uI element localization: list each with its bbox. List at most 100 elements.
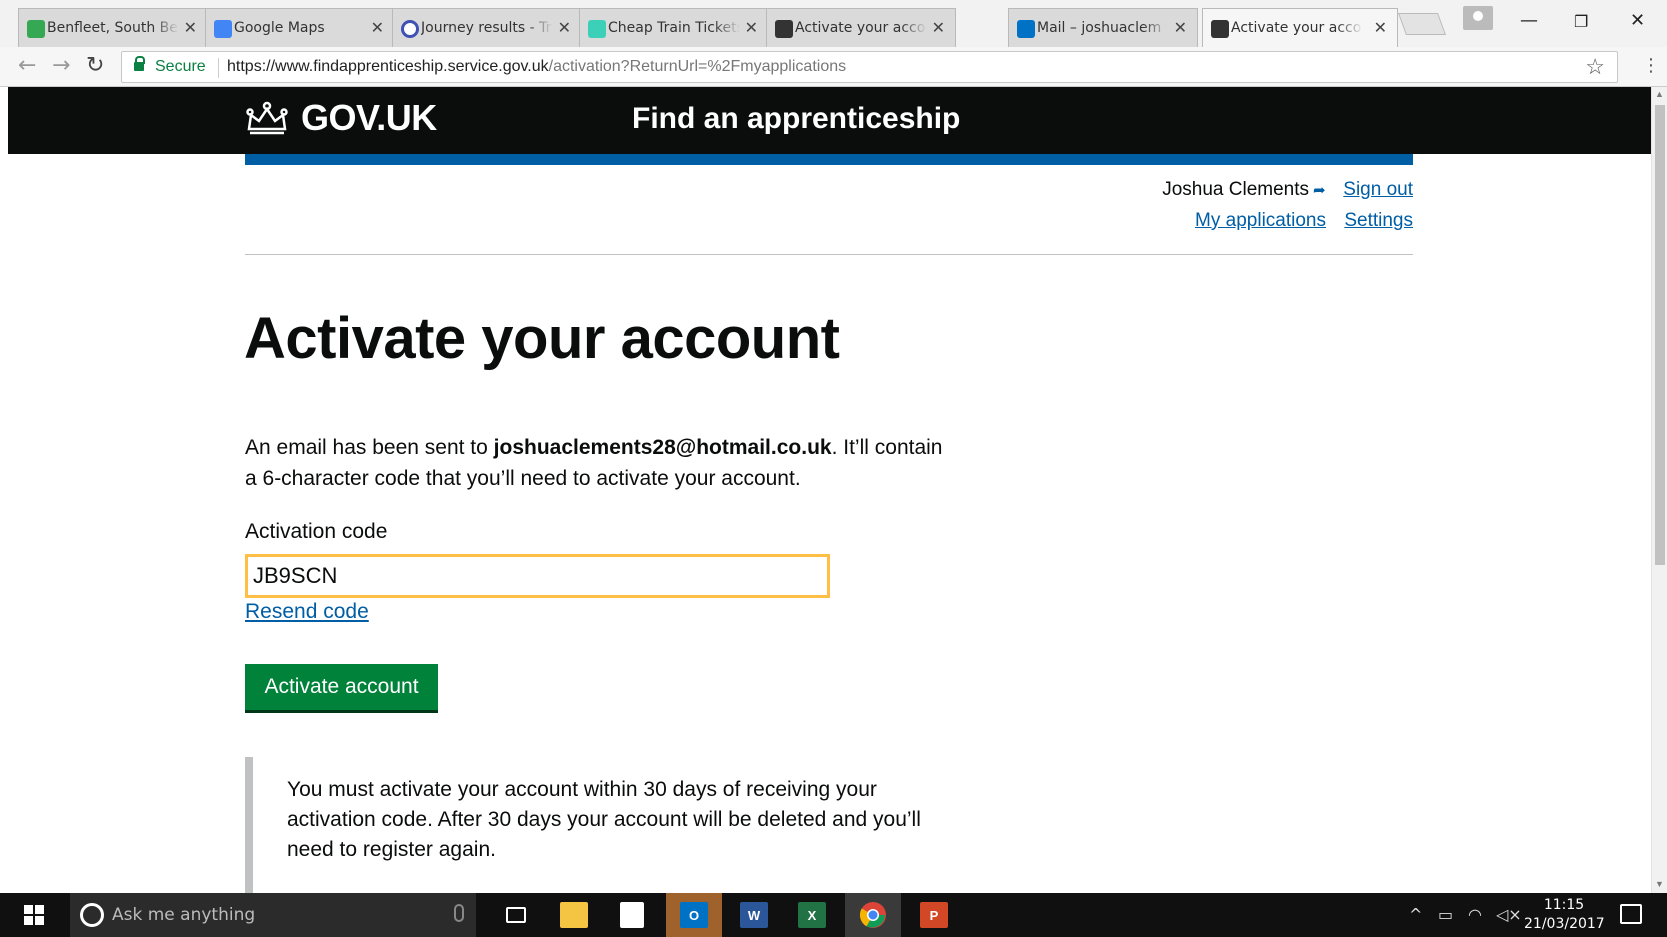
sign-out-link[interactable]: Sign out: [1343, 179, 1413, 201]
cortana-icon: [80, 903, 104, 927]
close-icon[interactable]: ✕: [371, 18, 384, 37]
service-name-link[interactable]: Find an apprenticeship: [632, 102, 960, 136]
activation-code-input[interactable]: [245, 554, 830, 598]
minimize-icon[interactable]: —: [1520, 10, 1538, 31]
outlook-taskbar-icon[interactable]: O: [666, 893, 722, 937]
govuk-header: GOV.UK Find an apprenticeship: [8, 87, 1651, 154]
crown-icon: [246, 101, 288, 135]
cortana-search-box[interactable]: Ask me anything: [70, 893, 476, 937]
tab-activate-account-active[interactable]: Activate your acco ✕: [1202, 8, 1398, 47]
tab-cheap-train-tickets[interactable]: Cheap Train Tickets ✕: [579, 8, 769, 47]
new-tab-button[interactable]: [1397, 13, 1447, 35]
url-base: https://www.findapprenticeship.service.g…: [227, 58, 549, 75]
task-view-glyph: [506, 907, 526, 923]
journey-icon: [401, 20, 419, 38]
my-applications-link[interactable]: My applications: [1195, 210, 1326, 232]
action-center-icon[interactable]: [1620, 904, 1642, 924]
chrome-taskbar-icon[interactable]: [845, 893, 901, 937]
volume-muted-icon[interactable]: ◁×: [1496, 905, 1522, 924]
wifi-icon[interactable]: ◠: [1468, 905, 1482, 924]
word-icon[interactable]: W: [726, 893, 782, 937]
close-icon[interactable]: ✕: [1174, 18, 1187, 37]
bookmark-star-icon[interactable]: ☆: [1585, 54, 1605, 80]
intro-before: An email has been sent to: [245, 436, 494, 459]
intro-text: An email has been sent to joshuaclements…: [245, 432, 945, 494]
username: Joshua Clements: [1162, 179, 1309, 200]
browser-tabstrip: Benfleet, South Ben ✕ Google Maps ✕ Jour…: [0, 0, 1667, 47]
restore-icon[interactable]: ❐: [1574, 12, 1588, 31]
trainline-icon: [588, 20, 606, 38]
inset-notice: You must activate your account within 30…: [245, 757, 945, 893]
scroll-up-icon[interactable]: ▲: [1655, 89, 1664, 99]
tab-mail[interactable]: Mail – joshuaclem ✕: [1008, 8, 1198, 47]
reload-icon[interactable]: ↻: [86, 53, 104, 78]
maps-icon: [27, 20, 45, 38]
tab-benfleet[interactable]: Benfleet, South Ben ✕: [18, 8, 208, 47]
govuk-crown-icon: [775, 20, 793, 38]
url-rest: /activation?ReturnUrl=%2Fmyapplications: [548, 58, 847, 75]
tab-title: Google Maps: [234, 20, 325, 36]
activate-account-button[interactable]: Activate account: [245, 664, 438, 710]
resend-code-link[interactable]: Resend code: [245, 600, 369, 624]
page-viewport: GOV.UK Find an apprenticeship Joshua Cle…: [8, 87, 1651, 893]
word-glyph: W: [740, 902, 768, 928]
header-accent-bar: [245, 154, 1413, 165]
tab-journey-results[interactable]: Journey results - Tr ✕: [392, 8, 582, 47]
sign-out-icon: ➦: [1313, 181, 1326, 199]
clock-time: 11:15: [1543, 897, 1585, 913]
activation-code-label: Activation code: [245, 520, 388, 543]
excel-icon[interactable]: X: [784, 893, 840, 937]
tab-title: Activate your acco: [795, 20, 926, 36]
scroll-thumb[interactable]: [1655, 105, 1665, 565]
lock-icon: [134, 56, 145, 71]
govuk-logo-link[interactable]: GOV.UK: [301, 97, 437, 139]
folder-glyph: [560, 902, 588, 928]
profile-icon[interactable]: [1463, 6, 1493, 30]
store-glyph: [620, 902, 644, 928]
close-icon[interactable]: ✕: [932, 18, 945, 37]
tab-google-maps[interactable]: Google Maps ✕: [205, 8, 395, 47]
close-icon[interactable]: ✕: [1374, 18, 1387, 37]
forward-icon[interactable]: →: [52, 53, 70, 78]
browser-menu-icon[interactable]: ⋮: [1642, 55, 1660, 76]
outlook-glyph: O: [680, 902, 708, 928]
divider: [218, 58, 219, 78]
secure-label: Secure: [155, 58, 206, 75]
back-icon[interactable]: ←: [18, 53, 36, 78]
tab-title: Journey results - Tr: [421, 20, 552, 36]
powerpoint-icon[interactable]: P: [906, 893, 962, 937]
user-navigation: Joshua Clements ➦ Sign out My applicatio…: [245, 167, 1413, 255]
page-title: Activate your account: [244, 306, 840, 371]
tab-title: Mail – joshuaclem: [1037, 20, 1162, 36]
store-icon[interactable]: [604, 893, 660, 937]
taskbar-clock[interactable]: 11:15 21/03/2017: [1524, 896, 1605, 934]
close-icon[interactable]: ✕: [184, 18, 197, 37]
tray-chevron-icon[interactable]: ^: [1409, 905, 1422, 924]
url-text[interactable]: https://www.findapprenticeship.service.g…: [227, 58, 846, 76]
windows-start-icon[interactable]: [24, 905, 44, 925]
screen: Benfleet, South Ben ✕ Google Maps ✕ Jour…: [0, 0, 1667, 937]
close-icon[interactable]: ✕: [558, 18, 571, 37]
windows-taskbar: Ask me anything O W X P ^ ▭ ◠ ◁× 11:15 2…: [0, 893, 1667, 937]
inset-text: You must activate your account within 30…: [287, 778, 921, 861]
file-explorer-icon[interactable]: [546, 893, 602, 937]
window-close-icon[interactable]: ✕: [1630, 10, 1645, 31]
microphone-icon[interactable]: [454, 904, 464, 922]
clock-date: 21/03/2017: [1524, 916, 1605, 932]
chrome-icon: [859, 902, 886, 928]
settings-link[interactable]: Settings: [1344, 210, 1413, 232]
search-placeholder: Ask me anything: [112, 905, 256, 925]
scroll-down-icon[interactable]: ▼: [1655, 879, 1664, 889]
address-bar[interactable]: Secure https://www.findapprenticeship.se…: [121, 51, 1618, 83]
maps-icon: [214, 20, 232, 38]
excel-glyph: X: [798, 902, 826, 928]
page-scrollbar[interactable]: ▲ ▼: [1651, 87, 1667, 893]
tab-title: Activate your acco: [1231, 20, 1362, 36]
battery-icon[interactable]: ▭: [1438, 905, 1453, 924]
task-view-icon[interactable]: [488, 893, 544, 937]
tab-activate-account-1[interactable]: Activate your acco ✕: [766, 8, 956, 47]
govuk-crown-icon: [1211, 20, 1229, 38]
outlook-icon: [1017, 20, 1035, 38]
powerpoint-glyph: P: [920, 902, 948, 928]
close-icon[interactable]: ✕: [745, 18, 758, 37]
